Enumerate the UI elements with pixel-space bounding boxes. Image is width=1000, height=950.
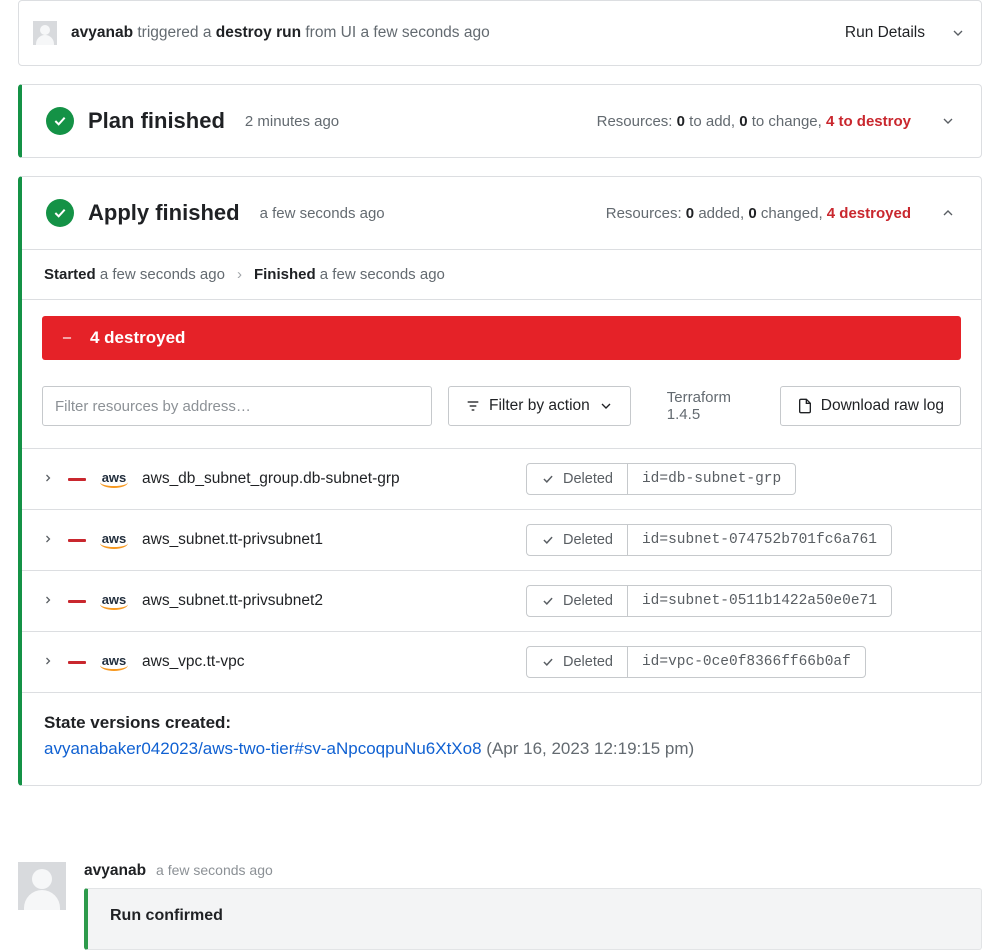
resource-id: id=db-subnet-grp	[627, 464, 795, 494]
aws-provider-icon: aws	[100, 654, 128, 671]
state-version-date: (Apr 16, 2023 12:19:15 pm)	[486, 739, 694, 758]
resource-id: id=vpc-0ce0f8366ff66b0af	[627, 647, 865, 677]
plan-summary: Resources: 0 to add, 0 to change, 4 to d…	[597, 113, 911, 130]
resource-row[interactable]: aws aws_vpc.tt-vpc Deleted id=vpc-0ce0f8…	[22, 632, 981, 693]
chevron-right-icon	[42, 654, 54, 671]
resource-status-pill: Deleted id=vpc-0ce0f8366ff66b0af	[526, 646, 866, 678]
run-confirmed-box: Run confirmed	[84, 888, 982, 950]
resource-address: aws_db_subnet_group.db-subnet-grp	[142, 470, 512, 488]
chevron-right-icon	[42, 532, 54, 549]
breadcrumb-separator: ›	[237, 266, 242, 283]
destroy-icon	[68, 478, 86, 481]
run-trigger-row[interactable]: avyanab triggered a destroy run from UI …	[19, 1, 981, 65]
download-raw-log-button[interactable]: Download raw log	[780, 386, 961, 426]
filter-input[interactable]	[42, 386, 432, 426]
resource-toolbar: Filter by action Terraform 1.4.5 Downloa…	[22, 376, 981, 448]
apply-timestamp: a few seconds ago	[260, 205, 385, 222]
destroy-icon	[68, 600, 86, 603]
run-comment: avyanab a few seconds ago Run confirmed	[0, 862, 1000, 950]
destroy-banner[interactable]: 4 destroyed	[42, 316, 961, 360]
chevron-down-icon[interactable]	[939, 112, 957, 130]
resource-id: id=subnet-074752b701fc6a761	[627, 525, 891, 555]
resource-address: aws_subnet.tt-privsubnet2	[142, 592, 512, 610]
resource-row[interactable]: aws aws_subnet.tt-privsubnet1 Deleted id…	[22, 510, 981, 571]
resource-row[interactable]: aws aws_db_subnet_group.db-subnet-grp De…	[22, 449, 981, 510]
check-icon	[46, 107, 74, 135]
plan-timestamp: 2 minutes ago	[245, 113, 339, 130]
resource-status: Deleted	[563, 593, 613, 609]
plan-card: Plan finished 2 minutes ago Resources: 0…	[18, 84, 982, 158]
chevron-right-icon	[42, 471, 54, 488]
trigger-text: avyanab triggered a destroy run from UI …	[71, 24, 831, 42]
resource-status-pill: Deleted id=subnet-074752b701fc6a761	[526, 524, 892, 556]
apply-title: Apply finished	[88, 200, 240, 226]
apply-timeline: Started a few seconds ago › Finished a f…	[22, 249, 981, 299]
chevron-up-icon[interactable]	[939, 204, 957, 222]
aws-provider-icon: aws	[100, 532, 128, 549]
chevron-down-icon[interactable]	[949, 24, 967, 42]
destroy-banner-wrap: 4 destroyed	[22, 299, 981, 376]
user-avatar	[33, 21, 57, 45]
state-versions: State versions created: avyanabaker04202…	[22, 693, 981, 785]
resource-list: aws aws_db_subnet_group.db-subnet-grp De…	[22, 448, 981, 693]
resource-status: Deleted	[563, 654, 613, 670]
destroy-icon	[68, 661, 86, 664]
resource-row[interactable]: aws aws_subnet.tt-privsubnet2 Deleted id…	[22, 571, 981, 632]
apply-header[interactable]: Apply finished a few seconds ago Resourc…	[22, 177, 981, 249]
aws-provider-icon: aws	[100, 471, 128, 488]
plan-title: Plan finished	[88, 108, 225, 134]
destroy-banner-label: 4 destroyed	[90, 328, 185, 348]
terraform-version: Terraform 1.4.5	[667, 389, 764, 423]
comment-timestamp: a few seconds ago	[156, 862, 273, 878]
state-versions-title: State versions created:	[44, 713, 959, 733]
minus-icon	[58, 329, 76, 347]
resource-status: Deleted	[563, 532, 613, 548]
destroy-icon	[68, 539, 86, 542]
apply-card: Apply finished a few seconds ago Resourc…	[18, 176, 982, 786]
plan-header[interactable]: Plan finished 2 minutes ago Resources: 0…	[22, 85, 981, 157]
resource-status-pill: Deleted id=subnet-0511b1422a50e0e71	[526, 585, 892, 617]
user-avatar	[18, 862, 66, 910]
chevron-right-icon	[42, 593, 54, 610]
resource-id: id=subnet-0511b1422a50e0e71	[627, 586, 891, 616]
resource-address: aws_subnet.tt-privsubnet1	[142, 531, 512, 549]
state-version-link[interactable]: avyanabaker042023/aws-two-tier#sv-aNpcoq…	[44, 739, 482, 758]
resource-address: aws_vpc.tt-vpc	[142, 653, 512, 671]
apply-summary: Resources: 0 added, 0 changed, 4 destroy…	[606, 205, 911, 222]
check-icon	[46, 199, 74, 227]
resource-status: Deleted	[563, 471, 613, 487]
aws-provider-icon: aws	[100, 593, 128, 610]
resource-status-pill: Deleted id=db-subnet-grp	[526, 463, 796, 495]
chevron-down-icon	[598, 398, 614, 414]
comment-user: avyanab	[84, 862, 146, 880]
run-details-label[interactable]: Run Details	[845, 24, 925, 42]
filter-by-action-button[interactable]: Filter by action	[448, 386, 631, 426]
run-trigger-card: avyanab triggered a destroy run from UI …	[18, 0, 982, 66]
